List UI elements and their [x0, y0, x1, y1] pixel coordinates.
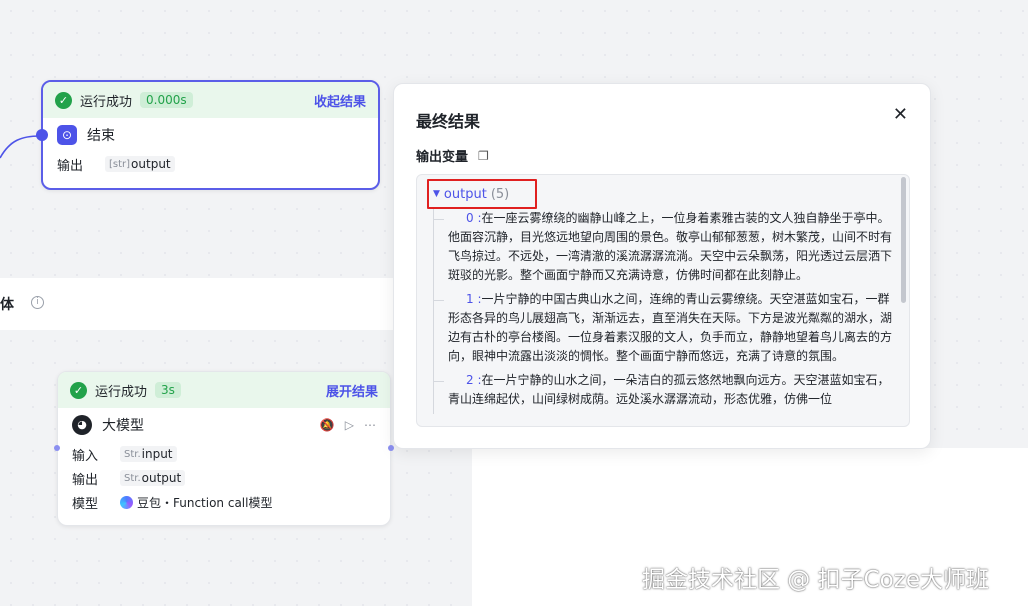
- json-viewer[interactable]: ▼ output (5) 0 :在一座云雾缭绕的幽静山峰之上，一位身着素雅古装的…: [416, 174, 910, 427]
- list-item: 2 :在一片宁静的山水之间，一朵洁白的孤云悠然地飘向远方。天空湛蓝如宝石，青山连…: [434, 371, 893, 409]
- model-value: 豆包・Function call模型: [137, 495, 273, 510]
- node-status-bar: ✓ 运行成功 0.000s 收起结果: [43, 82, 378, 118]
- node-actions: 🔕 ▷ ⋯: [320, 418, 376, 432]
- output-key: output: [443, 186, 487, 202]
- output-value: output: [131, 157, 171, 171]
- item-text: 一片宁静的中国古典山水之间，连绵的青山云雾缭绕。天空湛蓝如宝石，一群形态各异的鸟…: [448, 292, 893, 363]
- item-index: 1 :: [466, 292, 482, 306]
- watermark: 掘金技术社区 @ 扣子Coze大师班: [642, 567, 989, 593]
- node-header: ⊙ 结束: [43, 118, 378, 152]
- caret-down-icon[interactable]: ▼: [433, 189, 440, 199]
- status-text: 运行成功: [80, 94, 133, 110]
- input-row: 输入 Str. input: [58, 442, 390, 466]
- time-badge: 0.000s: [140, 92, 193, 108]
- output-value: output: [141, 471, 182, 485]
- scrollbar-thumb[interactable]: [901, 177, 906, 303]
- node-title: 大模型: [102, 418, 144, 434]
- output-key-row[interactable]: ▼ output (5): [427, 179, 537, 209]
- output-variable-label: 输出变量 ❐: [416, 146, 489, 166]
- model-label: 模型: [72, 496, 99, 512]
- output-items: 0 :在一座云雾缭绕的幽静山峰之上，一位身着素雅古装的文人独自静坐于亭中。他面容…: [433, 209, 893, 414]
- input-port[interactable]: [54, 445, 60, 451]
- type-tag: Str.: [124, 448, 141, 460]
- item-text: 在一片宁静的山水之间，一朵洁白的孤云悠然地飘向远方。天空湛蓝如宝石，青山连绵起伏…: [448, 373, 890, 406]
- collapse-result-link[interactable]: 收起结果: [314, 91, 366, 110]
- output-count: (5): [490, 186, 510, 202]
- item-text: 在一座云雾缭绕的幽静山峰之上，一位身着素雅古装的文人独自静坐于亭中。他面容沉静，…: [448, 211, 893, 282]
- output-variable-text: 输出变量: [416, 150, 469, 165]
- llm-node-icon: ◕: [72, 415, 92, 435]
- llm-node[interactable]: ✓ 运行成功 3s 展开结果 ◕ 大模型 🔕 ▷ ⋯ 输入 Str. input…: [57, 371, 391, 526]
- end-node-icon: ⊙: [57, 125, 77, 145]
- more-icon[interactable]: ⋯: [364, 418, 376, 432]
- play-icon[interactable]: ▷: [345, 418, 354, 432]
- expand-result-link[interactable]: 展开结果: [326, 381, 378, 400]
- success-check-icon: ✓: [55, 91, 72, 109]
- canvas-divider: [472, 448, 484, 606]
- model-row: 模型 豆包・Function call模型: [58, 490, 390, 514]
- status-text: 运行成功: [95, 384, 148, 400]
- close-icon[interactable]: ✕: [893, 104, 908, 125]
- type-tag: [str]: [109, 158, 131, 170]
- end-node[interactable]: ✓ 运行成功 0.000s 收起结果 ⊙ 结束 输出 [str] output: [41, 80, 380, 190]
- success-check-icon: ✓: [70, 381, 87, 399]
- input-label: 输入: [72, 448, 99, 464]
- item-index: 0 :: [466, 211, 482, 225]
- node-title: 结束: [87, 128, 115, 144]
- input-tag: Str. input: [120, 446, 177, 462]
- output-tag: Str. output: [120, 470, 186, 486]
- output-tag: [str] output: [105, 156, 175, 172]
- output-row: 输出 [str] output: [43, 152, 378, 176]
- output-label: 输出: [72, 472, 99, 488]
- time-badge: 3s: [155, 382, 181, 398]
- info-icon[interactable]: i: [31, 296, 44, 309]
- list-item: 0 :在一座云雾缭绕的幽静山峰之上，一位身着素雅古装的文人独自静坐于亭中。他面容…: [434, 209, 893, 285]
- final-result-panel: 最终结果 ✕ 输出变量 ❐ ▼ output (5) 0 :在一座云雾缭绕的幽静…: [393, 83, 931, 449]
- input-port[interactable]: [36, 129, 48, 141]
- copy-icon[interactable]: ❐: [478, 149, 489, 163]
- node-header: ◕ 大模型 🔕 ▷ ⋯: [58, 408, 390, 442]
- list-item: 1 :一片宁静的中国古典山水之间，连绵的青山云雾缭绕。天空湛蓝如宝石，一群形态各…: [434, 290, 893, 366]
- item-index: 2 :: [466, 373, 482, 387]
- bell-off-icon[interactable]: 🔕: [320, 418, 335, 432]
- output-row: 输出 Str. output: [58, 466, 390, 490]
- input-value: input: [141, 447, 173, 461]
- panel-title: 最终结果: [416, 112, 481, 131]
- node-status-bar: ✓ 运行成功 3s 展开结果: [58, 372, 390, 408]
- output-port[interactable]: [388, 445, 394, 451]
- type-tag: Str.: [124, 472, 141, 484]
- doubao-model-icon: [120, 495, 133, 509]
- section-title: 体: [0, 297, 14, 313]
- output-label: 输出: [57, 158, 84, 174]
